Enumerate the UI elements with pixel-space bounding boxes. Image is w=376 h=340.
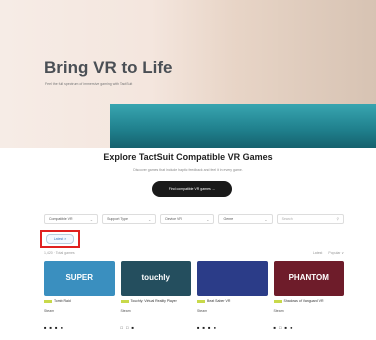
hero-banner: Bring VR to Life Feel the full spectrum … (0, 0, 376, 148)
haptic-tag (44, 300, 52, 303)
filter-bar: Compatible VR ⌄ Support Type ⌄ Device VR ⌄ … (44, 214, 345, 226)
haptic-tag (120, 300, 129, 303)
search-placeholder: Search (281, 217, 293, 221)
filter-device-dropdown[interactable]: Device VR ⌄ (160, 214, 215, 224)
section-subtitle: Discover games that include haptic feedb… (133, 168, 243, 172)
game-thumb-text: PHANTOM (288, 273, 329, 282)
game-grid: SUPER Tomb Raid Steam ■ ■ ■ ● touchly To… (44, 261, 344, 336)
game-thumbnail: PHANTOM (273, 261, 344, 296)
game-platform: Steam (273, 309, 284, 313)
game-name: Tomb Raid (54, 299, 71, 303)
chevron-down-icon: ⌄ (89, 216, 94, 222)
game-card[interactable]: SUPER Tomb Raid Steam ■ ■ ■ ● (44, 261, 115, 336)
chevron-down-icon: ⌄ (206, 216, 210, 222)
filter-support-dropdown[interactable]: Support Type ⌄ (102, 214, 157, 224)
game-name: Beat Saber VR (207, 299, 231, 303)
game-thumbnail: touchly (120, 261, 191, 296)
game-platform: Steam (197, 309, 208, 313)
filter-label: Genre (223, 217, 234, 221)
device-icons: □ □ ■ (120, 325, 135, 330)
device-icons: ■ ■ ■ ● (197, 325, 217, 330)
game-platform: Steam (120, 309, 131, 313)
game-thumbnail (197, 261, 268, 296)
game-card[interactable]: Beat Saber VR Steam ■ ■ ■ ● (197, 261, 268, 336)
section-title: Explore TactSuit Compatible VR Games (103, 152, 273, 162)
filter-genre-dropdown[interactable]: Genre ⌄ (218, 214, 273, 224)
filter-label: Device VR (165, 217, 182, 221)
filter-label: Compatible VR (49, 217, 73, 221)
game-thumbnail: SUPER (44, 261, 115, 296)
filter-label: Support Type (107, 217, 128, 221)
find-games-button[interactable]: Find compatible VR games → (152, 181, 232, 197)
game-platform: Steam (44, 309, 55, 313)
results-row: 1,420 · Total games Latest Popular ∨ (44, 251, 344, 259)
game-card[interactable]: PHANTOM Shadows of Vanguard VR Steam ■ □… (273, 261, 344, 336)
game-thumb-text: touchly (141, 273, 170, 282)
hero-title: Bring VR to Life (44, 58, 173, 77)
device-icons: ■ ■ ■ ● (44, 325, 64, 330)
game-name: Touchly: Virtual Reality Player (130, 299, 177, 303)
chevron-down-icon: ⌄ (264, 216, 268, 222)
search-icon: ⚲ (336, 217, 340, 221)
haptic-tag (273, 300, 282, 303)
search-input[interactable]: Search ⚲ (276, 214, 345, 224)
hero-illustration (110, 104, 376, 148)
chevron-down-icon: ⌄ (147, 216, 152, 222)
sort-dropdown[interactable]: Popular ∨ (328, 251, 344, 255)
results-count: 1,420 · Total games (44, 251, 75, 255)
active-filter-chip[interactable]: Latest × (46, 234, 74, 244)
game-name: Shadows of Vanguard VR (283, 299, 324, 303)
hero-subtitle: Feel the full spectrum of immersive gami… (45, 82, 133, 86)
game-card[interactable]: touchly Touchly: Virtual Reality Player … (120, 261, 191, 336)
active-filter-highlight: Latest × (40, 230, 80, 248)
device-icons: ■ □ ■ ● (273, 325, 294, 330)
game-thumb-text: SUPER (65, 273, 94, 282)
filter-compatible-dropdown[interactable]: Compatible VR ⌄ (44, 214, 99, 224)
haptic-tag (197, 300, 205, 303)
sort-latest[interactable]: Latest (313, 251, 323, 255)
